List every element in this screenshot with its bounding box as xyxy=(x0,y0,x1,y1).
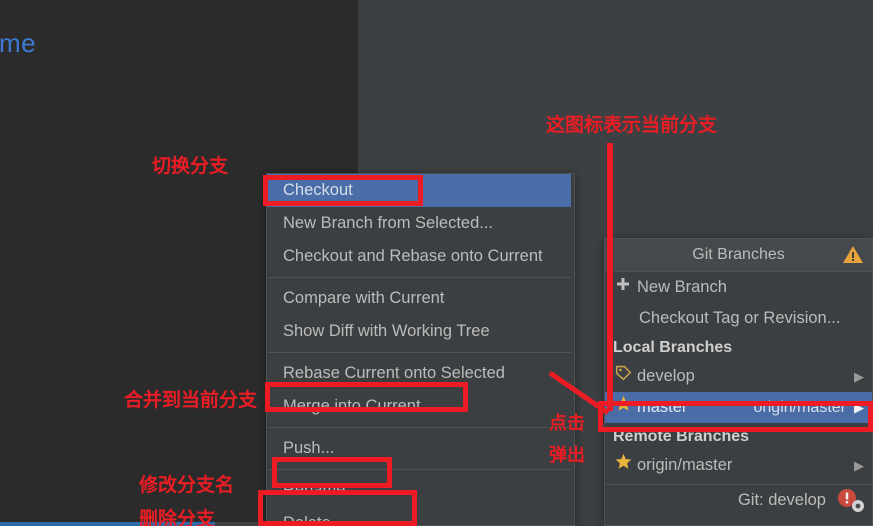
warning-triangle-icon[interactable] xyxy=(842,244,864,265)
context-menu-item-rebase-current-onto-selected[interactable]: Rebase Current onto Selected xyxy=(267,357,574,390)
git-branches-title: Git Branches xyxy=(605,239,872,272)
context-menu-item-compare-with-current[interactable]: Compare with Current xyxy=(267,282,574,315)
tag-icon xyxy=(615,361,637,392)
remote-branches-header: Remote Branches xyxy=(613,428,750,445)
context-menu-item-merge-into-current[interactable]: Merge into Current xyxy=(267,390,574,423)
chevron-right-icon[interactable]: ▶ xyxy=(854,392,864,423)
context-menu-item-new-branch-from-selected[interactable]: New Branch from Selected... xyxy=(267,207,574,240)
git-status-bar[interactable]: Git: develop xyxy=(605,485,872,515)
tracked-branch-label: origin/master xyxy=(753,399,846,416)
git-action-label: New Branch xyxy=(637,278,727,296)
context-menu-item-checkout[interactable]: Checkout xyxy=(267,174,574,207)
branch-name: origin/master xyxy=(637,456,733,474)
context-menu-separator xyxy=(268,427,573,428)
git-action-checkout-tag-or-revision[interactable]: Checkout Tag or Revision... xyxy=(605,303,872,334)
context-menu-separator xyxy=(268,352,573,353)
branch-name: develop xyxy=(637,367,695,385)
star-icon xyxy=(615,392,637,423)
code-text-line-1: ome xyxy=(0,28,37,58)
annotation-popup: 弹出 xyxy=(549,445,585,466)
plus-icon xyxy=(615,272,637,303)
star-icon xyxy=(615,450,637,481)
git-action-label: Checkout Tag or Revision... xyxy=(639,309,841,327)
error-gear-icon[interactable] xyxy=(835,488,865,513)
branch-name: master xyxy=(637,398,688,416)
context-menu-separator xyxy=(268,277,573,278)
git-status-label: Git: develop xyxy=(737,491,826,509)
context-menu-separator xyxy=(268,469,573,470)
git-branches-popup[interactable]: Git Branches New Branch Checkout Tag or R… xyxy=(604,238,873,526)
screenshot-root: ome n CheckoutNew Branch from Selected..… xyxy=(0,0,873,526)
annotation-merge-to-current: 合并到当前分支 xyxy=(124,389,258,411)
remote-branch-origin-master[interactable]: origin/master ▶ xyxy=(605,450,872,481)
annotation-current-branch-icon: 这图标表示当前分支 xyxy=(546,114,718,136)
chevron-right-icon[interactable]: ▶ xyxy=(854,361,864,392)
context-menu-item-delete[interactable]: Delete xyxy=(267,507,574,526)
git-branches-title-label: Git Branches xyxy=(692,246,785,263)
context-menu-item-show-diff-with-working-tree[interactable]: Show Diff with Working Tree xyxy=(267,315,574,348)
context-menu-item-checkout-and-rebase-onto-current[interactable]: Checkout and Rebase onto Current xyxy=(267,240,574,273)
annotation-rename-branch: 修改分支名 xyxy=(139,474,235,496)
context-menu-scrollbar[interactable] xyxy=(571,174,574,525)
branch-context-menu[interactable]: Checkout New Branch from Selected... Check… xyxy=(266,173,575,526)
chevron-right-icon[interactable]: ▶ xyxy=(854,450,864,481)
context-menu-item-push[interactable]: Push... xyxy=(267,432,574,465)
local-branches-header: Local Branches xyxy=(613,339,733,356)
pointer-arrow-click xyxy=(546,370,616,417)
annotation-switch-branch: 切换分支 xyxy=(152,155,229,177)
context-menu-item-rename[interactable]: Rename... xyxy=(267,474,574,507)
annotation-delete-branch: 删除分支 xyxy=(139,508,216,526)
git-action-new-branch[interactable]: New Branch xyxy=(605,272,872,303)
local-branch-master[interactable]: master origin/master ▶ xyxy=(605,392,872,423)
local-branch-develop[interactable]: develop ▶ xyxy=(605,361,872,392)
